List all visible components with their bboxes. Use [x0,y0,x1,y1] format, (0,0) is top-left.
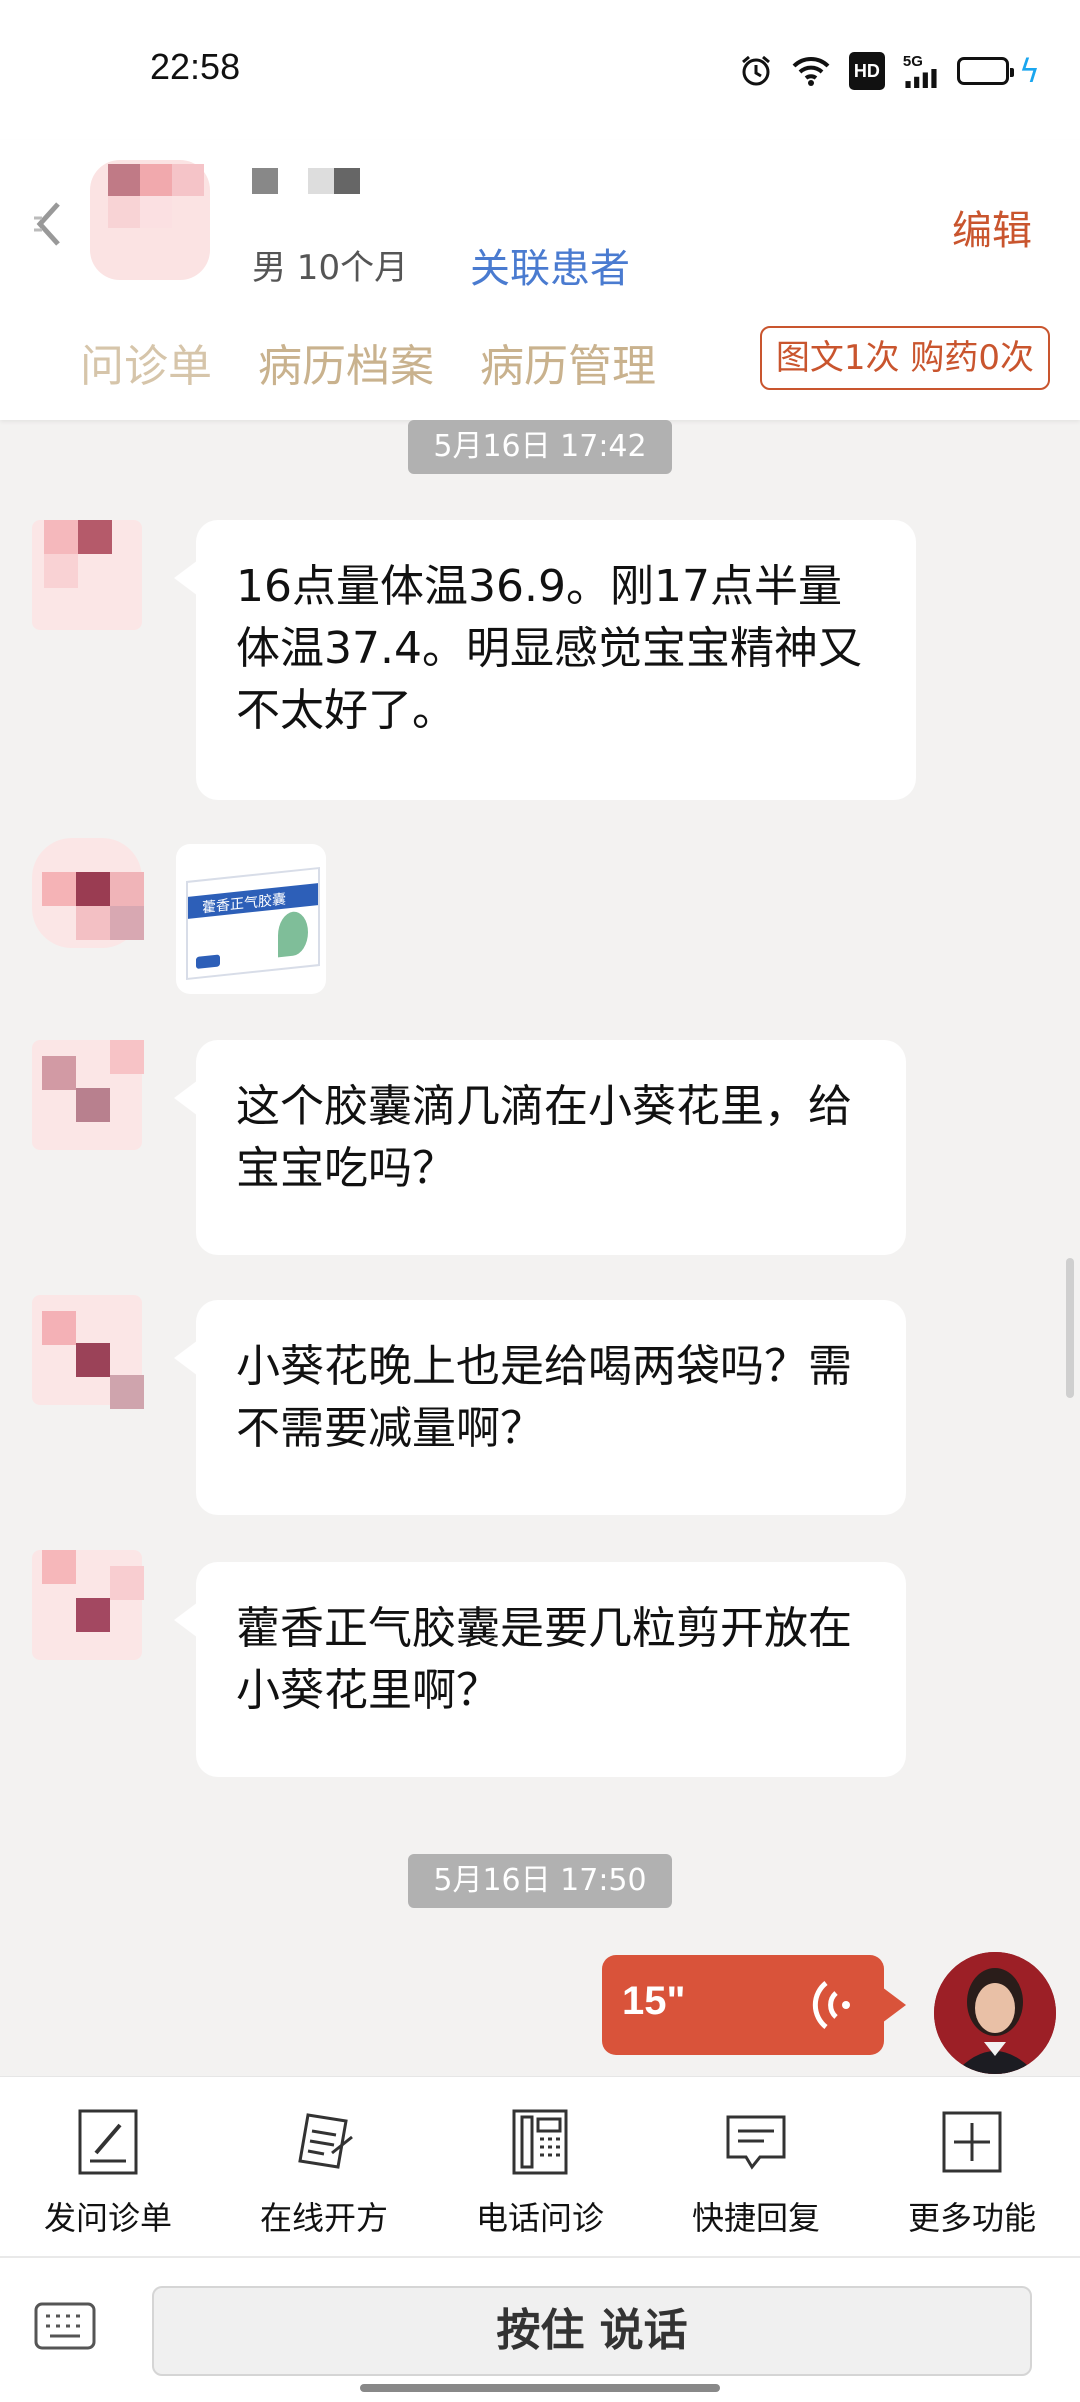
record-tabs: 问诊单 病历档案 病历管理 [80,330,656,394]
timestamp-chip: 5月16日 17:50 [408,1854,672,1908]
tool-label: 电话问诊 [475,2199,604,2237]
tab-record-management[interactable]: 病历管理 [480,330,656,394]
back-button[interactable] [28,194,72,254]
quick-reply-button[interactable]: 快捷回复 [648,2107,864,2239]
more-functions-button[interactable]: 更多功能 [864,2107,1080,2239]
phone-icon [512,2109,568,2175]
wifi-icon [791,54,831,88]
input-bar: 按住 说话 [0,2256,1080,2402]
form-pen-icon [78,2109,138,2175]
message-bubble: 小葵花晚上也是给喝两袋吗？需不需要减量啊？ [174,1300,906,1515]
patient-avatar[interactable] [22,510,142,630]
tool-label: 在线开方 [259,2199,388,2237]
chat-reply-icon [726,2115,786,2170]
home-indicator[interactable] [360,2384,720,2392]
network-type: 5G [902,53,923,70]
patient-avatar[interactable] [22,1285,144,1409]
scrollbar[interactable] [1066,1258,1074,1398]
patient-avatar[interactable] [22,1030,144,1150]
medicine-box-label: 藿香正气胶囊 [202,891,286,917]
prescription-icon [298,2113,353,2169]
signal-5g-icon: 5G [903,54,939,88]
keyboard-icon[interactable] [34,2302,96,2350]
doctor-avatar[interactable] [934,1952,1056,2074]
phone-consult-button[interactable]: 电话问诊 [432,2107,648,2239]
charging-icon: ϟ [1018,52,1040,90]
tool-label: 发问诊单 [43,2199,172,2237]
plus-box-icon [942,2111,1002,2173]
tool-label: 更多功能 [907,2199,1036,2237]
tab-consultation-form[interactable]: 问诊单 [80,330,212,394]
chat-header: 男 10个月 关联患者 编辑 问诊单 病历档案 病历管理 图文1次 购药0次 [0,140,1080,420]
service-count-badge: 图文1次 购药0次 [759,326,1050,390]
tool-label: 快捷回复 [691,2199,820,2237]
back-arrow-icon [34,202,60,246]
function-toolbar: 发问诊单 在线开方 电话问诊 快捷回复 更多功能 [0,2076,1080,2257]
edit-button[interactable]: 编辑 [952,198,1032,256]
image-message[interactable]: 藿香正气胶囊 [176,844,326,994]
message-bubble: 16点量体温36.9。刚17点半量体温37.4。明显感觉宝宝精神又不太好了。 [174,520,916,800]
push-to-talk-button[interactable]: 按住 说话 [152,2286,1032,2376]
voice-wave-icon [812,1981,850,2029]
patient-avatar[interactable] [22,1540,144,1660]
timestamp-chip: 5月16日 17:42 [408,420,672,474]
status-time: 22:58 [150,46,241,87]
online-prescription-button[interactable]: 在线开方 [216,2107,432,2239]
patient-avatar[interactable] [80,140,230,290]
message-bubble: 这个胶囊滴几滴在小葵花里，给宝宝吃吗？ [174,1040,906,1255]
voice-duration: 15" [622,1979,686,2023]
medicine-box-image: 藿香正气胶囊 [186,866,320,981]
tab-medical-record[interactable]: 病历档案 [258,330,434,394]
patient-avatar[interactable] [22,828,144,948]
patient-gender-age: 男 10个月 [252,248,409,288]
voice-message[interactable]: 15" [602,1955,906,2055]
status-icons: HD 5G ϟ [739,52,1040,90]
hd-icon: HD [848,52,885,90]
link-patient-button[interactable]: 关联患者 [470,236,630,294]
battery-icon [956,57,1014,85]
alarm-icon [739,54,773,88]
status-bar: 22:58 HD 5G ϟ [0,0,1080,140]
message-bubble: 藿香正气胶囊是要几粒剪开放在小葵花里啊？ [174,1562,906,1777]
send-form-button[interactable]: 发问诊单 [0,2107,216,2239]
